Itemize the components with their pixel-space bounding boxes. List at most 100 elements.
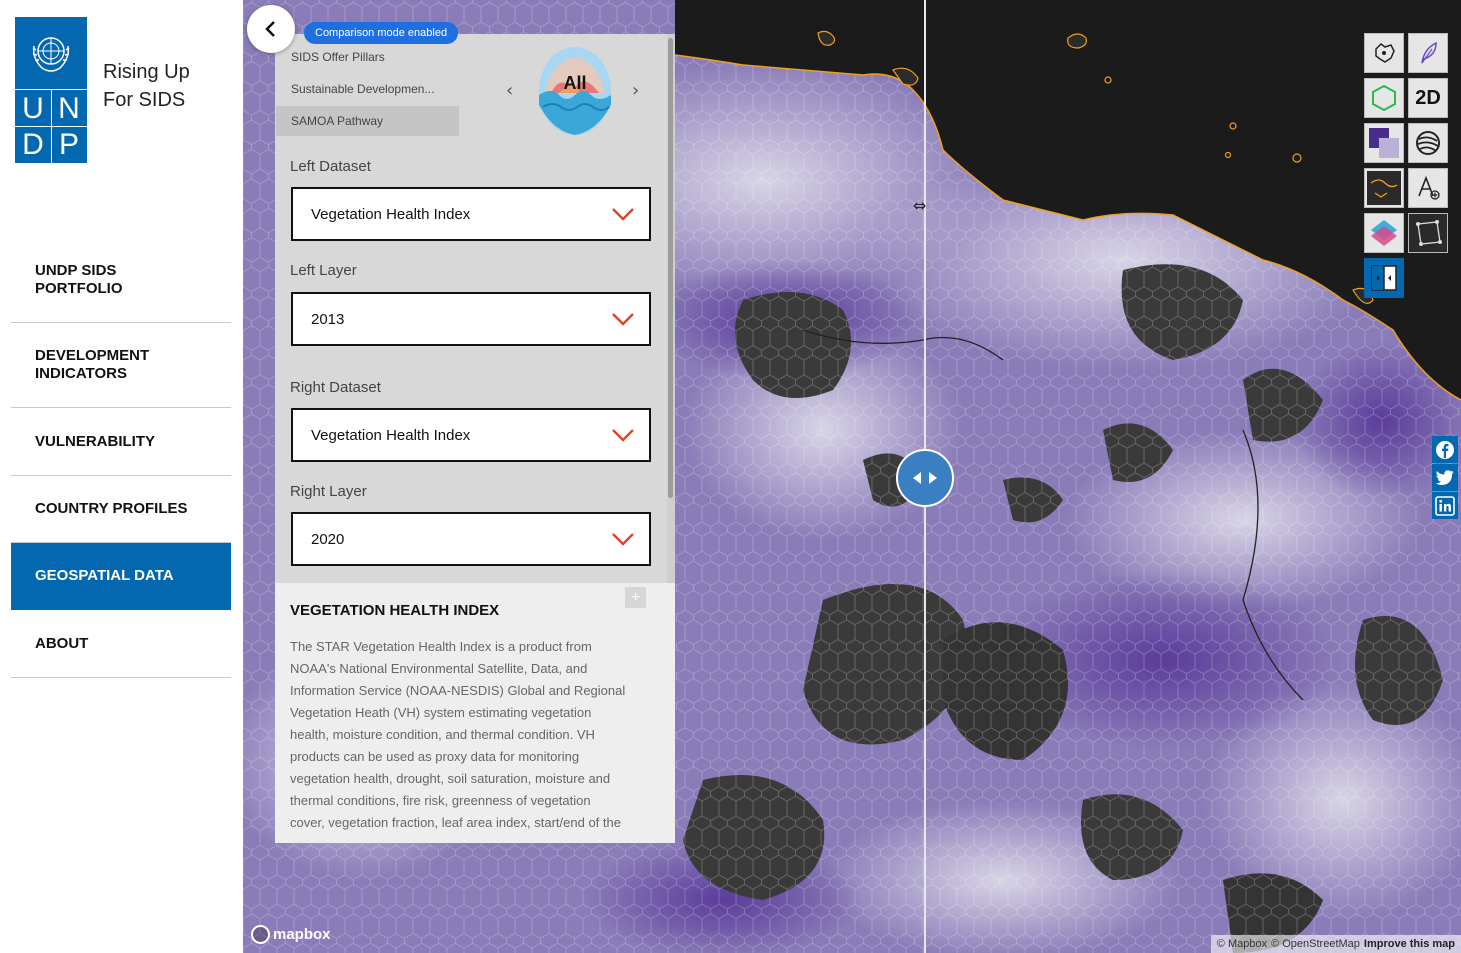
carousel-prev-button[interactable]: ‹	[506, 80, 513, 101]
attribution-osm-link[interactable]: © OpenStreetMap	[1271, 938, 1360, 950]
left-layer-value: 2013	[311, 310, 345, 328]
main-nav: UNDP SIDS PORTFOLIO DEVELOPMENT INDICATORS…	[11, 238, 231, 678]
chevron-down-icon	[612, 533, 634, 546]
panel-scrollbar-thumb[interactable]	[668, 38, 673, 498]
comparison-mode-badge: Comparison mode enabled	[304, 22, 459, 44]
right-layer-select[interactable]: 2020	[291, 512, 651, 566]
all-pillars-label: All	[563, 73, 587, 93]
polygon-draw-button[interactable]	[1408, 213, 1448, 253]
polygon-draw-icon	[1416, 220, 1442, 246]
right-layer-value: 2020	[311, 530, 345, 548]
left-sidebar: U N D P Rising Up For SIDS UNDP SIDS PORT…	[0, 0, 243, 953]
linkedin-share-button[interactable]	[1432, 492, 1458, 519]
layer-blend-button[interactable]	[1364, 123, 1404, 163]
dataset-description-text: The STAR Vegetation Health Index is a pr…	[290, 636, 655, 834]
hexagon-icon	[1372, 84, 1396, 112]
linkedin-icon	[1435, 495, 1455, 516]
region-select-icon	[1375, 43, 1395, 63]
description-line: products can be used as proxy data for m…	[290, 749, 580, 764]
left-dataset-label: Left Dataset	[290, 158, 371, 175]
nav-item-development-indicators[interactable]: DEVELOPMENT INDICATORS	[11, 323, 231, 408]
right-dataset-select[interactable]: Vegetation Health Index	[291, 408, 651, 462]
logo-letter-n: N	[58, 91, 80, 125]
globe-icon	[1416, 131, 1440, 155]
description-line: NOAA's National Environmental Satellite,…	[290, 661, 588, 676]
nav-item-label: UNDP SIDS	[35, 262, 117, 279]
view-2d-button[interactable]: 2D	[1408, 78, 1448, 118]
description-line: Information Service (NOAA-NESDIS) Global…	[290, 683, 626, 698]
nav-item-country-profiles[interactable]: COUNTRY PROFILES	[11, 476, 231, 543]
layers-icon	[1371, 220, 1397, 246]
left-layer-label: Left Layer	[290, 262, 357, 279]
description-line: health, moisture condition, and thermal …	[290, 727, 595, 742]
site-tagline[interactable]: Rising Up For SIDS	[103, 58, 233, 114]
chevron-down-icon	[612, 313, 634, 326]
nav-item-label: DEVELOPMENT	[35, 347, 150, 364]
carousel-next-button[interactable]: ›	[632, 80, 639, 101]
feather-icon	[1421, 41, 1437, 64]
left-dataset-select[interactable]: Vegetation Health Index	[291, 187, 651, 241]
collapse-panel-button[interactable]	[247, 5, 295, 53]
compare-mode-icon	[1371, 265, 1397, 291]
chevron-down-icon	[612, 429, 634, 442]
improve-map-link[interactable]: Improve this map	[1364, 938, 1455, 950]
chevron-left-icon	[265, 21, 275, 37]
layer-blend-icon	[1369, 128, 1399, 158]
nav-item-label: INDICATORS	[35, 365, 127, 382]
right-dataset-value: Vegetation Health Index	[311, 426, 471, 444]
globe-button[interactable]	[1408, 123, 1448, 163]
region-select-button[interactable]	[1364, 33, 1404, 73]
app-root: U N D P Rising Up For SIDS UNDP SIDS PORT…	[0, 0, 1461, 953]
mapbox-logo-icon	[251, 925, 270, 944]
expand-description-button[interactable]: +	[625, 587, 646, 608]
mapbox-logo[interactable]: mapbox	[251, 925, 331, 944]
chevron-down-icon	[612, 208, 634, 221]
left-layer-select[interactable]: 2013	[291, 292, 651, 346]
hexagon-button[interactable]	[1364, 78, 1404, 118]
tagline-line-2: For SIDS	[103, 89, 186, 111]
nav-item-label: VULNERABILITY	[35, 432, 155, 450]
feather-button[interactable]	[1408, 33, 1448, 73]
tab-sustainable-development[interactable]: Sustainable Developmen...	[276, 74, 459, 104]
nav-item-about[interactable]: ABOUT	[11, 610, 231, 678]
description-line: cover, vegetation fraction, leaf area in…	[290, 815, 621, 830]
description-line: The STAR Vegetation Health Index is a pr…	[290, 639, 592, 654]
nav-item-geospatial-data[interactable]: GEOSPATIAL DATA	[11, 543, 231, 610]
logo-letter-u: U	[22, 91, 44, 125]
nav-item-label: PORTFOLIO	[35, 280, 123, 297]
map-attribution: © Mapbox © OpenStreetMap Improve this ma…	[1210, 935, 1461, 953]
dataset-description-title: VEGETATION HEALTH INDEX	[290, 602, 500, 619]
logo-letter-p: P	[58, 127, 79, 161]
description-line: thermal conditions, fire risk, greenness…	[290, 793, 591, 808]
comparison-slider-handle[interactable]	[896, 449, 954, 507]
dataset-description-card: VEGETATION HEALTH INDEX + The STAR Veget…	[275, 583, 675, 843]
twitter-icon	[1435, 469, 1454, 485]
compare-mode-button[interactable]	[1364, 258, 1404, 298]
un-emblem-icon	[15, 17, 87, 89]
mapbox-logo-text: mapbox	[273, 926, 331, 943]
label-add-button[interactable]	[1408, 168, 1448, 208]
resize-cursor-icon: ⇔	[913, 196, 927, 215]
nav-item-label: COUNTRY PROFILES	[35, 500, 188, 517]
undp-logo[interactable]: U N D P	[15, 17, 87, 163]
nav-item-vulnerability[interactable]: VULNERABILITY	[11, 408, 231, 476]
all-pillars-icon[interactable]: All	[537, 45, 613, 137]
arrow-right-icon	[929, 472, 937, 484]
tab-samoa-pathway[interactable]: SAMOA Pathway	[276, 106, 459, 136]
tab-sids-offer-pillars[interactable]: SIDS Offer Pillars	[276, 42, 459, 72]
panel-scrollbar[interactable]	[667, 34, 675, 583]
twitter-share-button[interactable]	[1432, 464, 1458, 491]
nav-item-sids-portfolio[interactable]: UNDP SIDS PORTFOLIO	[11, 238, 231, 323]
nav-item-label: GEOSPATIAL DATA	[35, 567, 174, 584]
nav-item-label: ABOUT	[35, 634, 89, 652]
right-dataset-label: Right Dataset	[290, 379, 381, 396]
facebook-icon	[1436, 440, 1454, 459]
boundary-button[interactable]	[1364, 168, 1404, 208]
boundary-icon	[1367, 171, 1401, 205]
description-line: Vegetation Heath (VH) system estimating …	[290, 705, 592, 720]
left-dataset-value: Vegetation Health Index	[311, 205, 471, 223]
attribution-mapbox-link[interactable]: © Mapbox	[1217, 938, 1267, 950]
facebook-share-button[interactable]	[1432, 436, 1458, 463]
logo-letter-d: D	[22, 127, 44, 161]
layers-button[interactable]	[1364, 213, 1404, 253]
